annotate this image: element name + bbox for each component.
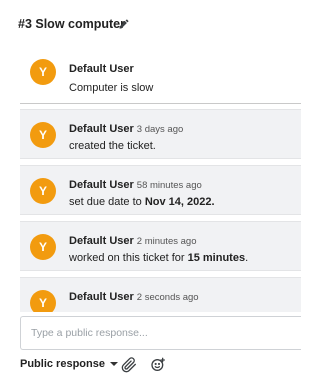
author-name: Default User (69, 179, 134, 191)
activity-author-line: Default User 58 minutes ago (69, 179, 202, 191)
author-name: Default User (69, 123, 134, 135)
message-text: Computer is slow (69, 82, 154, 94)
public-response-input[interactable] (20, 316, 301, 350)
ticket-title: #3 Slow computer (18, 17, 125, 31)
avatar: Y (30, 178, 56, 204)
avatar: Y (30, 59, 56, 85)
activity-text-suffix: . (245, 252, 249, 264)
message-author-line: Default User (69, 63, 134, 75)
activity-author-line: Default User 3 days ago (69, 123, 183, 135)
pencil-icon[interactable] (116, 16, 132, 32)
avatar: Y (30, 234, 56, 260)
activity-item: Y Default User 58 minutes ago set due dat… (20, 165, 301, 215)
activity-item: Y Default User 2 seconds ago (20, 277, 301, 312)
activity-timestamp: 58 minutes ago (136, 180, 202, 191)
activity-text: set due date to Nov 14, 2022. (69, 196, 215, 208)
caret-down-icon (109, 362, 118, 366)
author-name: Default User (69, 235, 134, 247)
activity-text-prefix: set due date to (69, 196, 145, 208)
activity-item: Y Default User 3 days ago created the tic… (20, 109, 301, 159)
emoji-plus-icon[interactable] (150, 357, 166, 373)
activity-author-line: Default User 2 seconds ago (69, 291, 199, 303)
composer-toolbar: Public response (20, 357, 301, 375)
response-mode-dropdown[interactable]: Public response (20, 358, 118, 370)
avatar: Y (30, 122, 56, 148)
activity-timestamp: 2 seconds ago (136, 292, 199, 303)
activity-text: worked on this ticket for 15 minutes. (69, 252, 248, 264)
activity-timestamp: 3 days ago (136, 124, 184, 135)
due-date-value: Nov 14, 2022. (144, 196, 215, 208)
paperclip-icon[interactable] (121, 357, 137, 373)
time-worked-value: 15 minutes (187, 252, 246, 264)
activity-timestamp: 2 minutes ago (136, 236, 197, 247)
activity-feed[interactable]: Y Default User Computer is slow Y Defaul… (20, 50, 301, 312)
author-name: Default User (69, 63, 134, 75)
avatar: Y (30, 290, 56, 312)
ticket-header: #3 Slow computer (0, 0, 301, 50)
author-name: Default User (69, 291, 134, 303)
activity-author-line: Default User 2 minutes ago (69, 235, 196, 247)
first-message: Y Default User Computer is slow (20, 50, 301, 104)
activity-item: Y Default User 2 minutes ago worked on th… (20, 221, 301, 271)
activity-text: created the ticket. (69, 140, 156, 152)
activity-text-prefix: worked on this ticket for (69, 252, 188, 264)
response-mode-label: Public response (20, 358, 105, 370)
